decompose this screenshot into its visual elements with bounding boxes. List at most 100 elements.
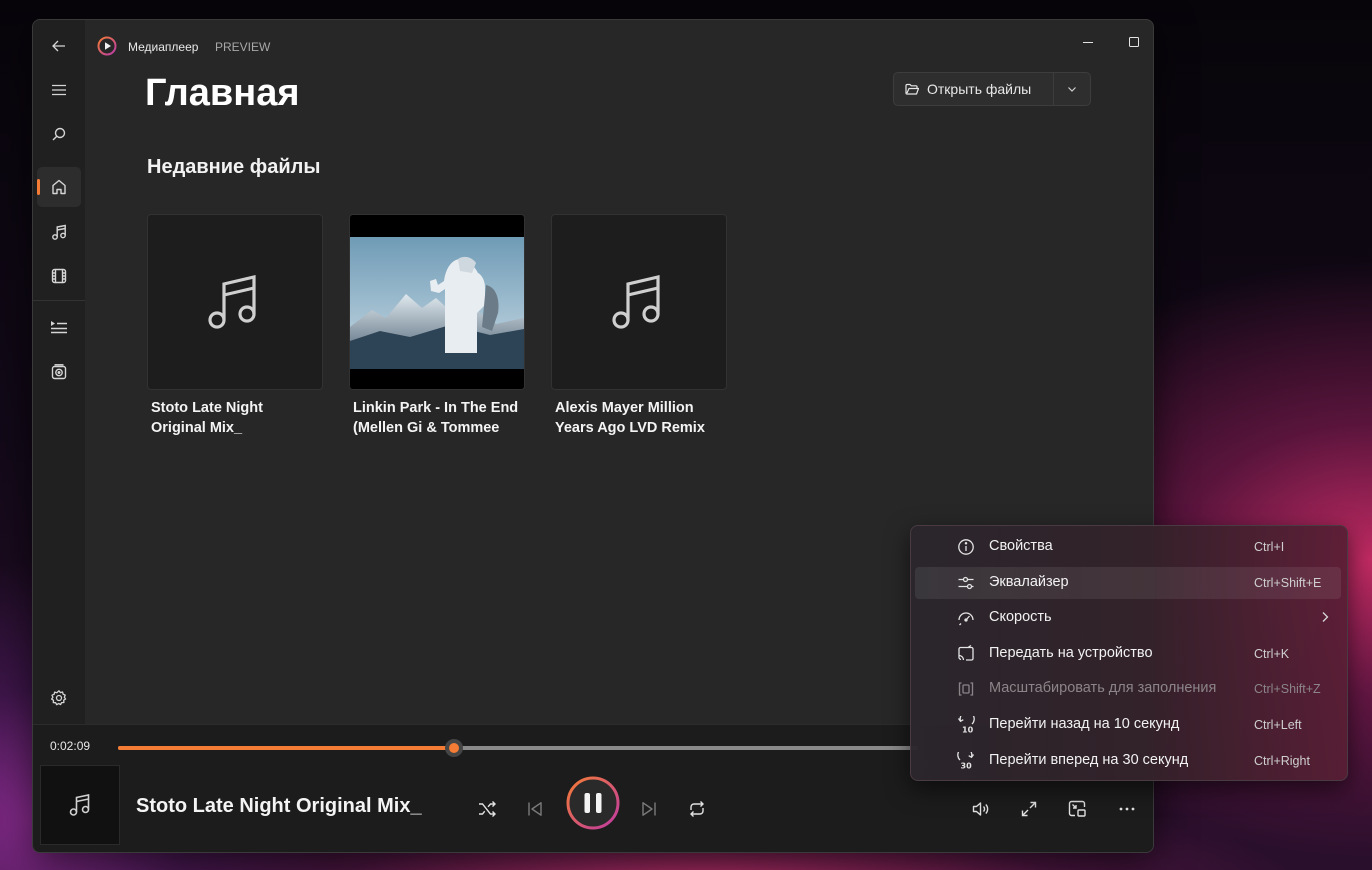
open-files-dropdown-button[interactable] [1054,73,1090,105]
recent-file-artwork [551,214,727,390]
maximize-icon [1129,37,1139,47]
menu-item-speed[interactable]: Скорость [915,602,1341,634]
menu-item-label: Свойства [989,538,1053,554]
menu-item-cast-to-device[interactable]: Передать на устройство Ctrl+K [915,638,1341,670]
fullscreen-button[interactable] [1011,791,1047,827]
pause-button[interactable] [566,776,620,830]
repeat-icon [690,801,704,817]
title-bar: Медиаплеер PREVIEW [85,20,1153,68]
skip-forward-30-icon: 30 [957,752,975,770]
menu-item-label: Масштабировать для заполнения [989,680,1217,696]
recent-files-heading: Недавние файлы [147,156,321,178]
speaker-icon [972,802,989,816]
menu-item-shortcut: Ctrl+Right [1254,754,1310,768]
info-icon [958,539,974,555]
search-button[interactable] [37,114,81,154]
recent-file-artwork [147,214,323,390]
settings-button[interactable] [37,678,81,718]
menu-item-zoom-to-fill: Масштабировать для заполнения Ctrl+Shift… [915,673,1341,705]
menu-item-skip-back-10[interactable]: 10 Перейти назад на 10 секунд Ctrl+Left [915,709,1341,741]
home-icon [52,179,66,195]
menu-item-shortcut: Ctrl+Shift+Z [1254,682,1321,696]
seek-thumb[interactable] [445,739,463,757]
recent-file-title: Stoto Late Night Original Mix_ [151,400,263,436]
menu-item-label: Перейти вперед на 30 секунд [989,752,1189,768]
recent-file-card[interactable]: Alexis Mayer Million Years Ago LVD Remix [551,214,727,438]
mini-player-icon [1068,800,1086,817]
chevron-down-icon [1068,87,1076,92]
minimize-icon [1083,42,1093,43]
seek-bar[interactable] [118,739,918,757]
skip-back-10-icon: 10 [957,716,975,734]
nav-item-playlists[interactable] [37,352,81,392]
more-options-menu: Свойства Ctrl+I Эквалайзер Ctrl+Shift+E … [910,525,1348,781]
menu-item-shortcut: Ctrl+Left [1254,718,1302,732]
page-title: Главная [145,72,300,114]
chevron-right-icon [1322,612,1329,622]
menu-item-label: Передать на устройство [989,645,1153,661]
open-files-button[interactable]: Открыть файлы [894,73,1054,105]
minimize-button[interactable] [1065,26,1111,58]
music-note-icon [52,224,66,240]
menu-item-skip-forward-30[interactable]: 30 Перейти вперед на 30 секунд Ctrl+Righ… [915,745,1341,777]
playlist-icon [51,364,67,380]
menu-item-properties[interactable]: Свойства Ctrl+I [915,531,1341,563]
mini-player-button[interactable] [1059,791,1095,827]
recent-file-card[interactable]: Linkin Park - In The End (Mellen Gi & To… [349,214,525,438]
cast-icon [958,645,974,661]
back-button[interactable] [37,26,81,66]
nav-item-music[interactable] [37,212,81,252]
open-files-label: Открыть файлы [927,81,1032,97]
gear-icon [50,690,67,706]
menu-item-label: Перейти назад на 10 секунд [989,716,1180,732]
maximize-button[interactable] [1111,26,1153,58]
music-note-icon [69,794,90,816]
recent-file-title: Linkin Park - In The End (Mellen Gi & To… [353,400,519,436]
more-options-button[interactable] [1109,791,1145,827]
menu-item-equalizer[interactable]: Эквалайзер Ctrl+Shift+E [915,567,1341,599]
media-player-logo-icon [97,36,117,56]
nav-item-home[interactable] [37,167,81,207]
skip-previous-icon [528,802,542,816]
menu-item-label: Эквалайзер [989,574,1069,590]
recent-file-card[interactable]: Stoto Late Night Original Mix_ [147,214,323,438]
shuffle-icon [479,801,496,817]
navigation-sidebar [33,20,85,724]
svg-text:30: 30 [961,762,973,771]
menu-item-shortcut: Ctrl+K [1254,647,1290,661]
back-arrow-icon [52,40,65,52]
film-icon [51,268,67,284]
menu-item-label: Скорость [989,609,1052,625]
more-horizontal-icon [1119,807,1135,811]
current-time: 0:02:09 [50,739,91,753]
nav-item-video[interactable] [37,256,81,296]
volume-button[interactable] [963,791,999,827]
equalizer-icon [958,576,974,590]
shuffle-button[interactable] [469,791,505,827]
mountain-photo-thumbnail [350,215,524,389]
folder-open-icon [905,83,919,95]
app-title: Медиаплеер [128,40,199,54]
svg-text:10: 10 [962,726,974,735]
previous-track-button[interactable] [517,791,553,827]
repeat-button[interactable] [679,791,715,827]
fullscreen-icon [1021,801,1037,817]
sidebar-divider [33,300,85,301]
menu-item-shortcut: Ctrl+Shift+E [1254,576,1322,590]
search-icon [52,127,66,141]
now-playing-title: Stoto Late Night Original Mix_ [136,795,422,817]
recent-file-title: Alexis Mayer Million Years Ago LVD Remix [555,400,705,436]
hamburger-icon [52,84,66,96]
next-track-button[interactable] [631,791,667,827]
menu-item-shortcut: Ctrl+I [1254,540,1285,554]
music-note-icon [208,274,256,329]
open-files-split-button: Открыть файлы [893,72,1091,106]
speed-icon [958,612,974,626]
now-playing-artwork[interactable] [40,765,120,845]
music-note-icon [612,274,660,329]
zoom-fill-icon [958,682,974,696]
recent-file-thumbnail [349,214,525,390]
menu-toggle-button[interactable] [37,70,81,110]
nav-item-playlist-queue[interactable] [37,307,81,347]
playlist-queue-icon [51,321,67,334]
